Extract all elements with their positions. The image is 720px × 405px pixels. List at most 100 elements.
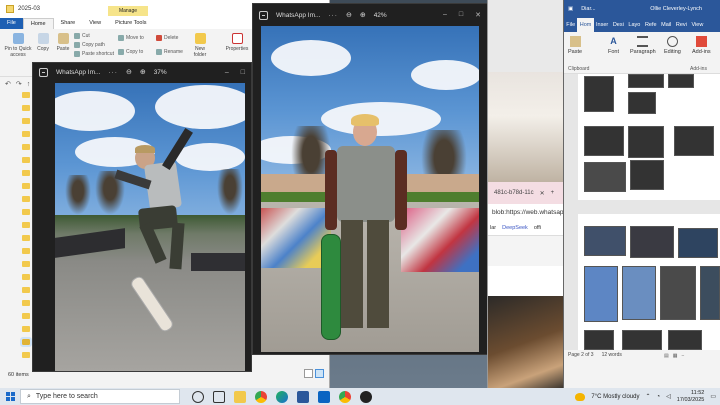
save-icon[interactable]: ▣ bbox=[568, 6, 573, 12]
paragraph-button[interactable]: Paragraph bbox=[630, 36, 656, 55]
image-thumbnail[interactable] bbox=[678, 228, 718, 258]
minimize-icon[interactable]: – bbox=[225, 69, 229, 76]
properties-button[interactable]: Properties bbox=[224, 33, 250, 52]
rename-button[interactable]: Rename bbox=[156, 49, 183, 55]
start-button[interactable] bbox=[0, 388, 20, 405]
edge-icon[interactable] bbox=[276, 390, 288, 403]
minimize-icon[interactable]: – bbox=[443, 11, 447, 19]
notification-icon[interactable]: ▭ bbox=[710, 393, 716, 400]
favorite-item[interactable]: lar bbox=[490, 225, 496, 231]
tab-insert[interactable]: Inser bbox=[594, 18, 611, 32]
zoom-in-icon[interactable]: ⊕ bbox=[140, 68, 146, 76]
word-count[interactable]: 12 words bbox=[602, 352, 622, 358]
image-thumbnail[interactable] bbox=[630, 160, 664, 190]
mail-icon[interactable] bbox=[318, 390, 330, 403]
pin-quick-access-button[interactable]: Pin to Quick access bbox=[4, 33, 32, 58]
folder-icon[interactable] bbox=[22, 131, 30, 137]
print-layout-icon[interactable]: ▦ bbox=[673, 353, 678, 359]
move-to-button[interactable]: Move to bbox=[118, 35, 144, 41]
folder-icon[interactable] bbox=[22, 274, 30, 280]
image-thumbnail[interactable] bbox=[660, 266, 696, 320]
folder-icon[interactable] bbox=[22, 235, 30, 241]
clock[interactable]: 11:52 17/03/2025 bbox=[677, 390, 705, 403]
image-thumbnail[interactable] bbox=[622, 266, 656, 320]
folder-icon[interactable] bbox=[22, 222, 30, 228]
selected-folder-icon[interactable] bbox=[20, 337, 32, 347]
tab-view[interactable]: View bbox=[689, 18, 705, 32]
folder-icon[interactable] bbox=[22, 313, 30, 319]
folder-icon[interactable] bbox=[22, 209, 30, 215]
address-bar[interactable]: blob:https://web.whatsap bbox=[488, 204, 564, 220]
copy-path-button[interactable]: Copy path bbox=[74, 42, 105, 48]
folder-icon[interactable] bbox=[22, 157, 30, 163]
font-button[interactable]: A Font bbox=[608, 36, 619, 55]
image-thumbnail[interactable] bbox=[622, 330, 662, 350]
read-mode-icon[interactable]: ▤ bbox=[664, 353, 669, 359]
photos-icon[interactable] bbox=[360, 390, 372, 403]
chevron-up-icon[interactable]: ⌃ bbox=[646, 393, 651, 400]
cut-button[interactable]: Cut bbox=[74, 33, 90, 39]
tab-view[interactable]: View bbox=[82, 18, 108, 29]
folder-icon[interactable] bbox=[22, 170, 30, 176]
file-explorer-icon[interactable] bbox=[234, 390, 246, 403]
deepseek-favorite[interactable]: DeepSeek bbox=[502, 225, 528, 231]
word-icon[interactable] bbox=[297, 390, 309, 403]
page-indicator[interactable]: Page 2 of 3 bbox=[568, 352, 594, 358]
more-options-icon[interactable]: ··· bbox=[108, 69, 118, 76]
folder-icon[interactable] bbox=[22, 92, 30, 98]
tab-home[interactable]: Home bbox=[22, 18, 54, 29]
details-view-icon[interactable] bbox=[304, 369, 313, 378]
maximize-icon[interactable]: □ bbox=[459, 11, 463, 19]
new-folder-button[interactable]: New folder bbox=[190, 33, 210, 58]
zoom-out-icon[interactable]: − bbox=[681, 353, 684, 359]
tab-references[interactable]: Refe bbox=[643, 18, 659, 32]
copy-button[interactable]: Copy bbox=[34, 33, 52, 52]
image-thumbnail[interactable] bbox=[584, 266, 618, 322]
close-icon[interactable]: ✕ bbox=[475, 11, 481, 19]
office-favorite[interactable]: offi bbox=[534, 225, 541, 231]
zoom-out-icon[interactable]: ⊖ bbox=[346, 11, 352, 19]
image-thumbnail[interactable] bbox=[628, 92, 656, 114]
tab-layout[interactable]: Layo bbox=[626, 18, 643, 32]
tab-mailings[interactable]: Mail bbox=[659, 18, 674, 32]
paste-button[interactable]: Paste bbox=[568, 36, 582, 55]
more-options-icon[interactable]: ··· bbox=[328, 12, 338, 19]
folder-icon[interactable] bbox=[22, 300, 30, 306]
close-tab-icon[interactable]: ✕ bbox=[540, 190, 545, 197]
tab-file[interactable]: File bbox=[564, 18, 577, 32]
folder-icon[interactable] bbox=[22, 196, 30, 202]
image-thumbnail[interactable] bbox=[674, 126, 714, 156]
delete-button[interactable]: Delete bbox=[156, 35, 178, 41]
maximize-icon[interactable]: □ bbox=[241, 69, 245, 76]
back-arrow-icon[interactable]: ↶ bbox=[5, 80, 11, 88]
network-icon[interactable]: ◔ bbox=[657, 394, 661, 400]
paste-shortcut-button[interactable]: Paste shortcut bbox=[74, 51, 114, 57]
folder-icon[interactable] bbox=[22, 261, 30, 267]
cortana-icon[interactable] bbox=[192, 390, 204, 403]
paste-button[interactable]: Paste bbox=[54, 33, 72, 52]
image-thumbnail[interactable] bbox=[700, 266, 720, 320]
image-thumbnail[interactable] bbox=[584, 162, 626, 192]
weather-text[interactable]: 7°C Mostly cloudy bbox=[591, 394, 639, 400]
task-view-icon[interactable] bbox=[213, 390, 225, 403]
image-thumbnail[interactable] bbox=[668, 330, 702, 350]
image-thumbnail[interactable] bbox=[584, 330, 614, 350]
chrome-icon[interactable] bbox=[255, 390, 267, 403]
image-thumbnail[interactable] bbox=[668, 74, 694, 88]
chrome-icon[interactable] bbox=[339, 390, 351, 403]
new-tab-icon[interactable]: + bbox=[551, 190, 555, 196]
manage-context-tab[interactable]: Manage bbox=[108, 6, 148, 16]
folder-icon[interactable] bbox=[22, 248, 30, 254]
add-ins-button[interactable]: Add-ins bbox=[692, 36, 711, 55]
image-thumbnail[interactable] bbox=[584, 226, 626, 256]
folder-icon[interactable] bbox=[22, 105, 30, 111]
forward-arrow-icon[interactable]: ↷ bbox=[16, 80, 22, 88]
zoom-in-icon[interactable]: ⊕ bbox=[360, 11, 366, 19]
image-thumbnail[interactable] bbox=[584, 126, 624, 156]
taskbar-search[interactable]: ⌕ Type here to search bbox=[20, 389, 180, 404]
user-name[interactable]: Ollie Cleverley-Lynch bbox=[650, 6, 702, 12]
tab-design[interactable]: Desi bbox=[611, 18, 627, 32]
browser-tab[interactable]: 481c-b78d-11c ✕ + bbox=[488, 182, 564, 204]
folder-icon[interactable] bbox=[22, 183, 30, 189]
folder-icon[interactable] bbox=[22, 144, 30, 150]
